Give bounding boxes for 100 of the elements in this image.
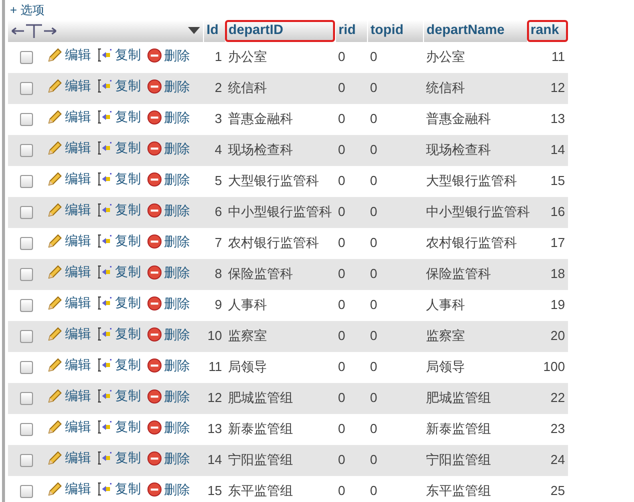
- table-cell: 14: [208, 452, 222, 468]
- copy-link[interactable]: 复制: [97, 231, 141, 251]
- delete-link[interactable]: 删除: [147, 386, 190, 406]
- copy-icon: [97, 171, 113, 188]
- copy-link[interactable]: 复制: [97, 479, 141, 499]
- row-checkbox[interactable]: [20, 268, 32, 282]
- copy-link[interactable]: 复制: [97, 386, 141, 406]
- edit-link[interactable]: 编辑: [47, 417, 91, 437]
- edit-link[interactable]: 编辑: [47, 386, 91, 406]
- delete-icon: [147, 389, 162, 404]
- table-cell: 保险监管科: [228, 266, 293, 282]
- copy-icon: [97, 326, 113, 342]
- copy-link[interactable]: 复制: [97, 45, 141, 65]
- table-cell: 普惠金融科: [228, 111, 293, 126]
- row-checkbox[interactable]: [20, 51, 32, 64]
- row-checkbox[interactable]: [20, 144, 32, 158]
- copy-link[interactable]: 复制: [97, 355, 141, 375]
- delete-link[interactable]: 删除: [147, 448, 190, 468]
- table-cell: 0: [370, 359, 378, 374]
- row-checkbox[interactable]: [20, 82, 32, 96]
- table-cell: 保险监管科: [426, 266, 491, 282]
- table-cell: 16: [550, 204, 565, 220]
- edit-link[interactable]: 编辑: [47, 45, 91, 65]
- table-cell: 0: [370, 483, 378, 498]
- options-link[interactable]: + 选项: [8, 3, 44, 17]
- table-cell: 中小型银行监管科: [426, 204, 530, 220]
- row-checkbox[interactable]: [20, 330, 32, 344]
- edit-link[interactable]: 编辑: [47, 76, 91, 96]
- row-checkbox[interactable]: [20, 392, 32, 406]
- delete-link[interactable]: 删除: [147, 170, 190, 190]
- copy-link[interactable]: 复制: [97, 448, 141, 468]
- edit-link[interactable]: 编辑: [47, 355, 91, 375]
- delete-link[interactable]: 删除: [147, 232, 190, 252]
- row-checkbox[interactable]: [20, 175, 32, 188]
- copy-link[interactable]: 复制: [97, 138, 141, 158]
- table-cell: 0: [370, 142, 378, 158]
- table-cell: 办公室: [426, 49, 465, 64]
- table-cell: 人事科: [228, 297, 267, 312]
- table-cell: 人事科: [426, 297, 465, 312]
- delete-link[interactable]: 删除: [147, 262, 190, 282]
- column-arrange-icon[interactable]: [11, 22, 57, 38]
- table-cell: 现场检查科: [228, 142, 293, 158]
- delete-link[interactable]: 删除: [147, 108, 190, 128]
- edit-link[interactable]: 编辑: [47, 448, 91, 468]
- edit-link[interactable]: 编辑: [47, 324, 91, 344]
- delete-icon: [147, 296, 162, 312]
- edit-link[interactable]: 编辑: [47, 293, 91, 313]
- row-checkbox[interactable]: [20, 113, 32, 126]
- copy-link[interactable]: 复制: [97, 417, 141, 437]
- delete-link[interactable]: 删除: [147, 46, 190, 66]
- edit-link[interactable]: 编辑: [47, 231, 91, 251]
- copy-link[interactable]: 复制: [97, 262, 141, 282]
- delete-link[interactable]: 删除: [147, 138, 190, 158]
- row-checkbox[interactable]: [20, 206, 32, 220]
- delete-link[interactable]: 删除: [147, 76, 190, 96]
- delete-link[interactable]: 删除: [147, 200, 190, 220]
- row-checkbox[interactable]: [20, 423, 32, 436]
- copy-icon: [97, 357, 113, 374]
- dropdown-icon[interactable]: [188, 26, 200, 34]
- row-checkbox[interactable]: [20, 299, 32, 312]
- delete-link[interactable]: 删除: [147, 418, 190, 438]
- edit-link[interactable]: 编辑: [47, 262, 91, 282]
- pencil-icon: [47, 388, 63, 404]
- pencil-icon: [47, 109, 63, 126]
- table-cell: 22: [550, 390, 565, 406]
- copy-link[interactable]: 复制: [97, 76, 141, 96]
- table-cell: 24: [550, 452, 565, 468]
- table-cell: 0: [370, 173, 378, 188]
- edit-link[interactable]: 编辑: [47, 200, 91, 220]
- table-cell: 0: [338, 49, 346, 64]
- table-cell: 1: [214, 49, 222, 64]
- table-cell: 100: [543, 359, 565, 374]
- table-cell: 11: [552, 49, 565, 64]
- table-cell: 12: [208, 390, 222, 406]
- delete-link[interactable]: 删除: [147, 356, 190, 376]
- pencil-icon: [47, 326, 63, 342]
- edit-link[interactable]: 编辑: [47, 107, 91, 127]
- delete-link[interactable]: 删除: [147, 294, 190, 314]
- table-cell: 0: [370, 266, 378, 282]
- edit-link[interactable]: 编辑: [47, 169, 91, 189]
- table-cell: 0: [370, 204, 378, 220]
- copy-icon: [97, 481, 113, 498]
- pencil-icon: [47, 481, 63, 498]
- delete-icon: [147, 482, 162, 498]
- copy-link[interactable]: 复制: [97, 169, 141, 189]
- row-checkbox[interactable]: [20, 454, 32, 468]
- row-checkbox[interactable]: [20, 485, 32, 498]
- copy-link[interactable]: 复制: [97, 200, 141, 220]
- table-cell: 0: [370, 421, 378, 436]
- copy-link[interactable]: 复制: [97, 107, 141, 127]
- delete-link[interactable]: 删除: [147, 324, 190, 344]
- edit-link[interactable]: 编辑: [47, 479, 91, 499]
- copy-link[interactable]: 复制: [97, 324, 141, 344]
- pencil-icon: [47, 419, 63, 436]
- copy-link[interactable]: 复制: [97, 293, 141, 313]
- delete-link[interactable]: 删除: [147, 480, 190, 500]
- table-cell: 0: [370, 328, 378, 344]
- edit-link[interactable]: 编辑: [47, 138, 91, 158]
- row-checkbox[interactable]: [20, 361, 32, 374]
- row-checkbox[interactable]: [20, 237, 32, 250]
